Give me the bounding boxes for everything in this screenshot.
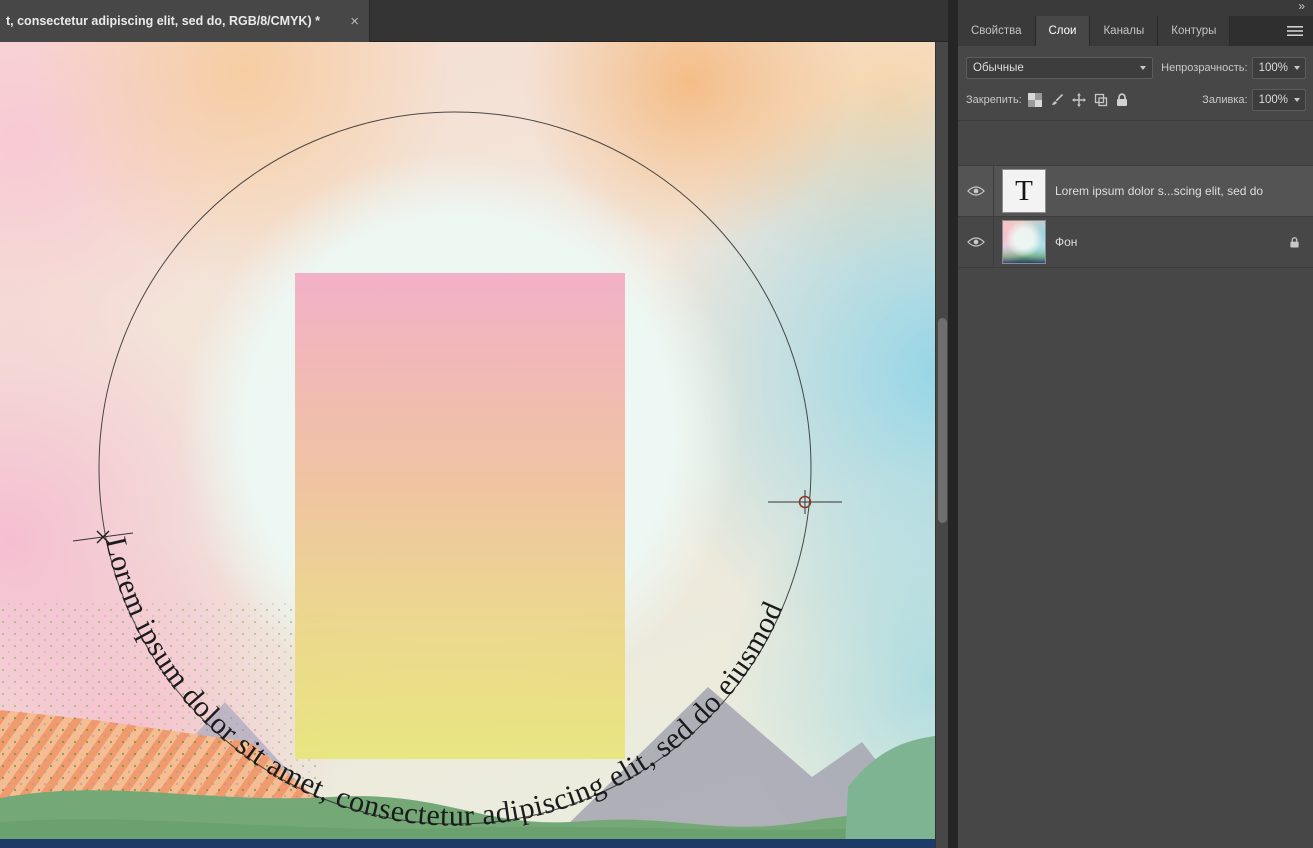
background-layer-thumbnail[interactable] [1002,220,1046,264]
panel-tab-strip: Свойства Слои Каналы Контуры [958,16,1313,46]
visibility-toggle[interactable] [958,166,994,216]
blend-mode-select[interactable]: Обычные [966,57,1153,79]
path-end-anchor[interactable] [768,490,842,514]
lock-options-row: Закрепить: Заливка: [966,88,1306,112]
layers-panel: » Свойства Слои Каналы Контуры Обычные Н… [958,0,1313,848]
collapse-panels-icon[interactable]: » [1298,0,1304,13]
tab-paths[interactable]: Контуры [1158,16,1230,46]
text-layer-thumbnail[interactable]: T [1002,169,1046,213]
eye-icon [967,236,985,248]
canvas-vertical-scrollbar[interactable] [935,42,948,848]
layer-name: Фон [1055,235,1289,249]
opacity-value: 100% [1259,62,1288,74]
hamburger-icon [1287,25,1303,37]
blend-mode-value: Обычные [973,62,1024,74]
lock-icon [1289,236,1300,249]
document-tab-title: t, consectetur adipiscing elit, sed do, … [6,14,342,28]
tab-layers[interactable]: Слои [1036,16,1091,46]
layer-row-text[interactable]: T Lorem ipsum dolor s...scing elit, sed … [958,166,1313,217]
layer-name: Lorem ipsum dolor s...scing elit, sed do [1055,184,1313,198]
opacity-label: Непрозрачность: [1161,62,1247,74]
lock-transparency-icon[interactable] [1028,93,1042,107]
panel-divider [948,0,958,848]
lock-all-icon[interactable] [1116,93,1128,107]
chevron-down-icon [1294,66,1300,70]
text-thumbnail-letter: T [1015,175,1033,208]
blend-options-row: Обычные Непрозрачность: 100% [966,56,1306,80]
lock-position-icon[interactable] [1072,93,1086,107]
opacity-input[interactable]: 100% [1252,57,1306,79]
visibility-toggle[interactable] [958,217,994,267]
tab-properties[interactable]: Свойства [958,16,1036,46]
lock-label: Закрепить: [966,94,1022,106]
document-canvas[interactable]: Lorem ipsum dolor sit amet, consectetur … [0,42,935,848]
layer-list: T Lorem ipsum dolor s...scing elit, sed … [958,165,1313,268]
panel-separator [958,120,1313,121]
fill-label: Заливка: [1202,94,1247,106]
path-text[interactable]: Lorem ipsum dolor sit amet, consectetur … [99,534,790,833]
panel-chrome-top: » [958,0,1313,16]
lock-icons-group [1028,93,1128,107]
lock-artboard-icon[interactable] [1094,93,1108,107]
lock-brush-icon[interactable] [1050,93,1064,107]
fill-value: 100% [1259,94,1288,106]
photoshop-window: t, consectetur adipiscing elit, sed do, … [0,0,1313,848]
text-path-overlay: Lorem ipsum dolor sit amet, consectetur … [0,42,935,848]
layer-row-background[interactable]: Фон [958,217,1313,268]
tab-channels[interactable]: Каналы [1090,16,1158,46]
scrollbar-thumb[interactable] [938,318,947,523]
eye-icon [967,185,985,197]
panel-menu-icon[interactable] [1287,25,1303,37]
fill-input[interactable]: 100% [1252,89,1306,111]
chevron-down-icon [1294,98,1300,102]
document-tab[interactable]: t, consectetur adipiscing elit, sed do, … [0,0,370,42]
chevron-down-icon [1140,66,1146,70]
document-tab-bar: t, consectetur adipiscing elit, sed do, … [0,0,948,42]
document-tab-close-icon[interactable]: × [350,13,359,30]
svg-text:Lorem ipsum dolor sit amet, co: Lorem ipsum dolor sit amet, consectetur … [99,534,790,833]
